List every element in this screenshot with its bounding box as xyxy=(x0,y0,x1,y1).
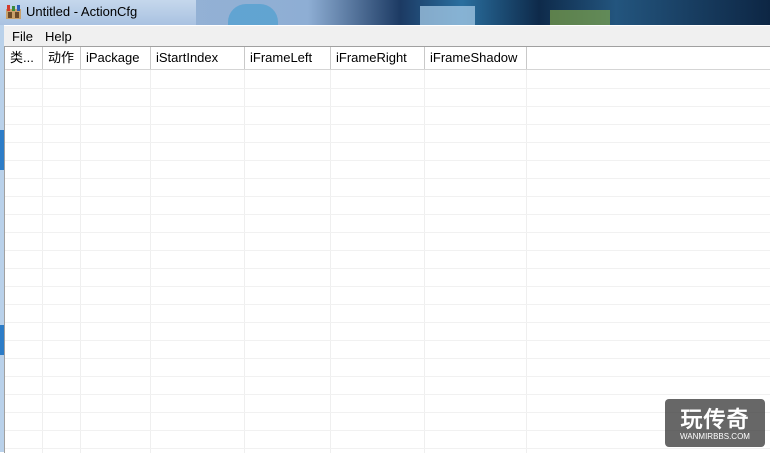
grid-row-line xyxy=(5,268,770,269)
grid-row-line xyxy=(5,214,770,215)
app-icon[interactable] xyxy=(6,5,21,19)
grid-column-line xyxy=(42,70,43,453)
grid-row-line xyxy=(5,250,770,251)
action-list-view[interactable]: 类... 动作 iPackage iStartIndex iFrameLeft … xyxy=(4,46,770,453)
column-header-istartindex[interactable]: iStartIndex xyxy=(151,47,245,69)
menu-file[interactable]: File xyxy=(12,29,33,44)
grid-row-line xyxy=(5,196,770,197)
desktop-background-glimpse xyxy=(228,4,278,25)
grid-column-line xyxy=(150,70,151,453)
column-header-ipackage[interactable]: iPackage xyxy=(81,47,151,69)
grid-row-line xyxy=(5,142,770,143)
menu-help[interactable]: Help xyxy=(45,29,72,44)
grid-row-line xyxy=(5,88,770,89)
grid-row-line xyxy=(5,304,770,305)
grid-row-line xyxy=(5,106,770,107)
column-header-action[interactable]: 动作 xyxy=(43,47,81,69)
menu-bar: File Help xyxy=(4,26,770,46)
watermark-logo-text: 玩传奇 xyxy=(680,408,750,433)
grid-row-line xyxy=(5,394,770,395)
grid-row-line xyxy=(5,430,770,431)
watermark-url: WANMIRBBS.COM xyxy=(680,432,750,441)
desktop-background-glimpse xyxy=(550,10,610,25)
column-header-iframeshadow[interactable]: iFrameShadow xyxy=(425,47,527,69)
grid-row-line xyxy=(5,178,770,179)
grid-row-line xyxy=(5,160,770,161)
title-bar[interactable]: Untitled - ActionCfg xyxy=(0,0,770,25)
grid-column-line xyxy=(330,70,331,453)
list-header: 类... 动作 iPackage iStartIndex iFrameLeft … xyxy=(5,47,770,70)
window-title: Untitled - ActionCfg xyxy=(26,4,138,19)
site-watermark: 玩传奇 WANMIRBBS.COM xyxy=(665,399,765,447)
grid-column-line xyxy=(244,70,245,453)
grid-row-line xyxy=(5,286,770,287)
column-header-iframeleft[interactable]: iFrameLeft xyxy=(245,47,331,69)
column-header-type[interactable]: 类... xyxy=(5,47,43,69)
grid-row-line xyxy=(5,412,770,413)
column-header-iframeright[interactable]: iFrameRight xyxy=(331,47,425,69)
grid-column-line xyxy=(80,70,81,453)
grid-row-line xyxy=(5,448,770,449)
grid-row-line xyxy=(5,358,770,359)
grid-row-line xyxy=(5,322,770,323)
desktop-background-glimpse xyxy=(420,6,475,25)
grid-row-line xyxy=(5,376,770,377)
grid-row-line xyxy=(5,232,770,233)
grid-row-line xyxy=(5,124,770,125)
grid-column-line xyxy=(526,70,527,453)
grid-row-line xyxy=(5,340,770,341)
grid-column-line xyxy=(424,70,425,453)
